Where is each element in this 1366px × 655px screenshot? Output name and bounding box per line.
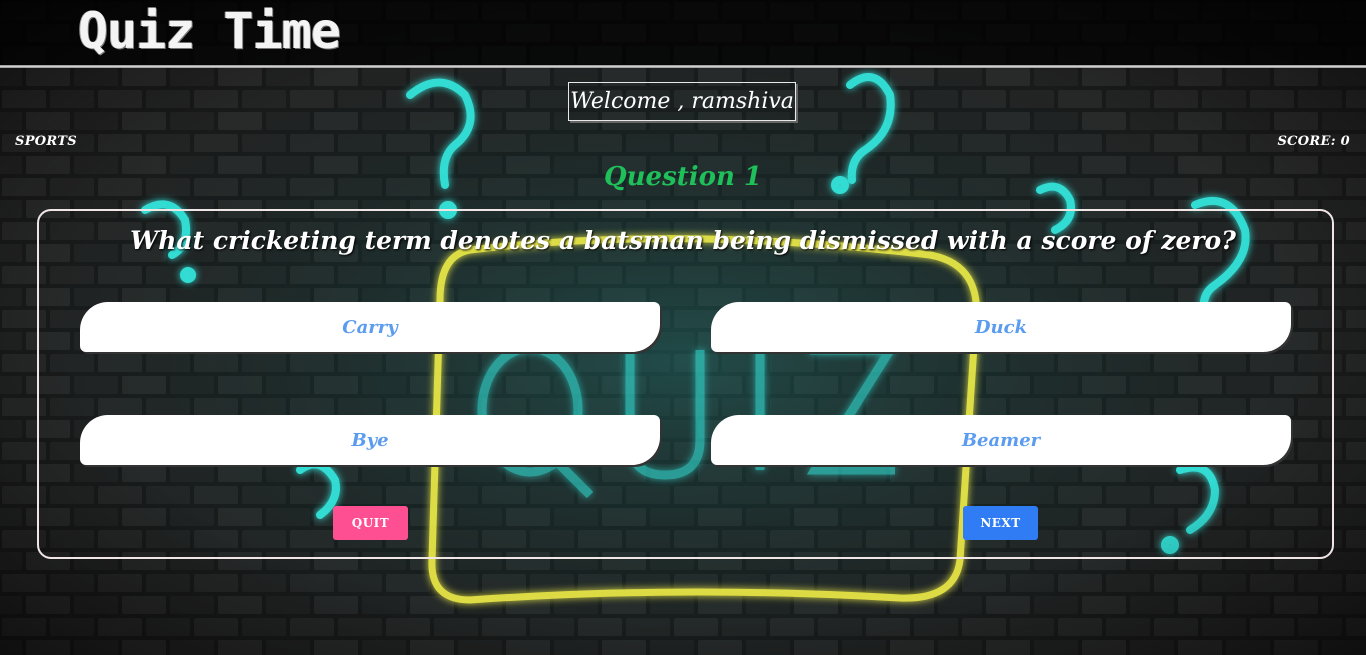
question-number: Question 1 — [603, 162, 762, 192]
quiz-card — [37, 209, 1334, 559]
header-divider — [0, 65, 1366, 68]
app-title: Quiz Time — [78, 2, 341, 60]
option-button-4[interactable]: Beamer — [711, 415, 1291, 465]
score-display: SCORE: 0 — [1277, 134, 1350, 149]
option-button-1[interactable]: Carry — [80, 302, 660, 352]
option-button-3[interactable]: Bye — [80, 415, 660, 465]
option-button-2[interactable]: Duck — [711, 302, 1291, 352]
welcome-banner: Welcome , ramshiva — [568, 82, 796, 121]
welcome-text: Welcome , ramshiva — [570, 89, 794, 114]
next-button[interactable]: NEXT — [963, 506, 1038, 540]
category-label: SPORTS — [15, 134, 77, 149]
quit-button[interactable]: QUIT — [333, 506, 408, 540]
question-text: What cricketing term denotes a batsman b… — [130, 226, 1236, 255]
